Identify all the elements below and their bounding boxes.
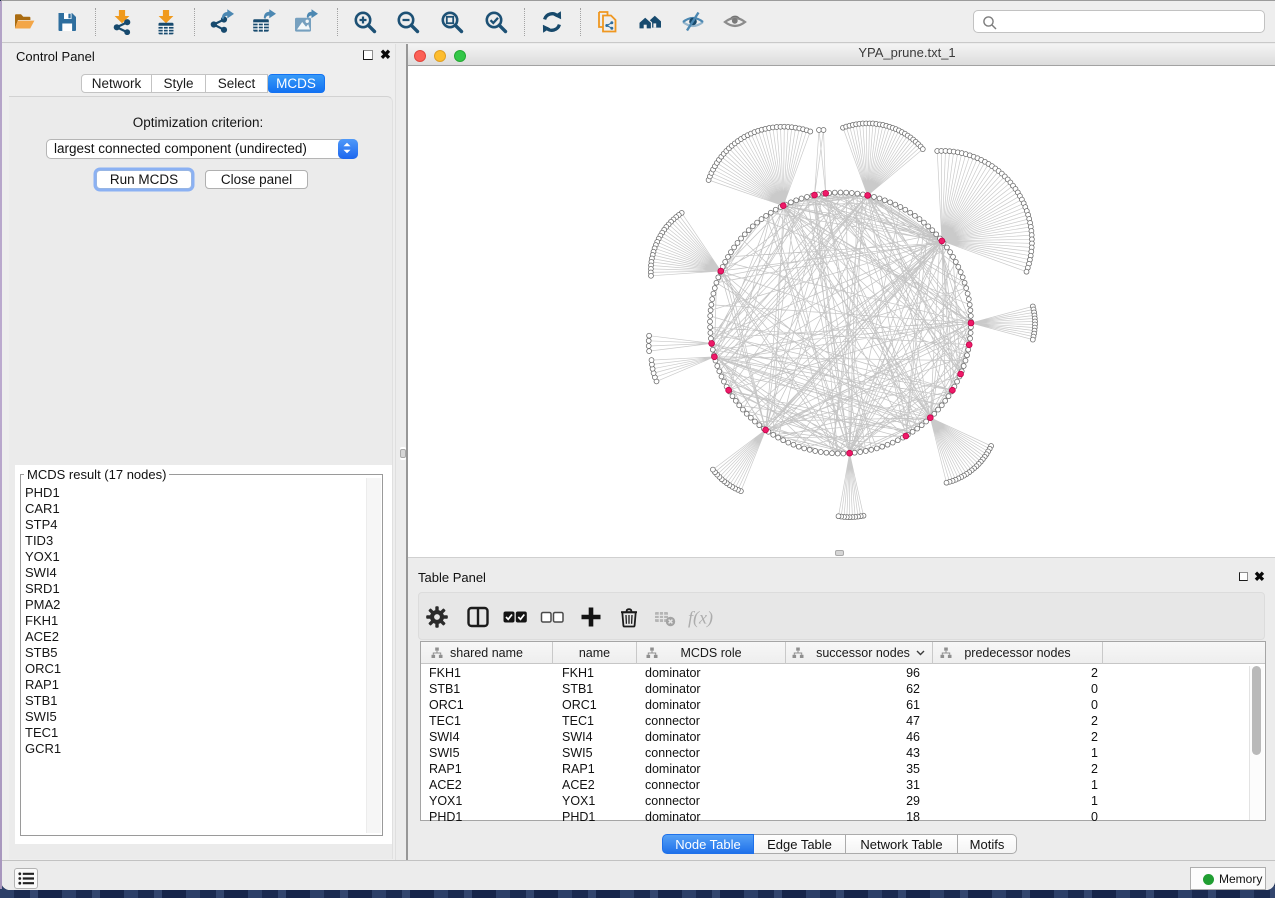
svg-text:f(x): f(x) [688,608,713,629]
